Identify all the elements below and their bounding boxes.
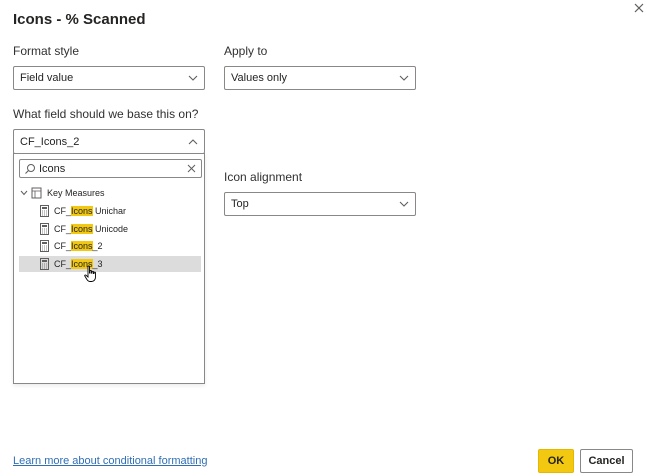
field-search-input[interactable]: Icons <box>19 159 202 178</box>
chevron-down-icon <box>399 73 409 83</box>
field-picker-panel: Icons Key Measures CF_Icons Unichar CF_I… <box>13 153 205 384</box>
apply-to-label: Apply to <box>224 44 268 58</box>
field-search-value: Icons <box>39 162 66 175</box>
search-icon <box>24 163 36 175</box>
tree-item-cf-icons-unicode[interactable]: CF_Icons Unicode <box>19 221 201 237</box>
tree-item-cf-icons-3[interactable]: CF_Icons_3 <box>19 256 201 272</box>
calculator-icon <box>40 258 49 270</box>
chevron-up-icon <box>188 137 198 147</box>
tree-group-label: Key Measures <box>47 188 105 198</box>
apply-to-value: Values only <box>231 72 288 84</box>
ok-button[interactable]: OK <box>538 449 574 473</box>
hand-pointer-cursor-icon <box>84 265 98 283</box>
calculator-icon <box>40 205 49 217</box>
format-style-value: Field value <box>20 72 74 84</box>
format-style-dropdown[interactable]: Field value <box>13 66 205 90</box>
chevron-down-icon <box>188 73 198 83</box>
measure-table-icon <box>31 187 42 199</box>
calculator-icon <box>40 223 49 235</box>
close-icon[interactable] <box>631 0 645 16</box>
base-field-label: What field should we base this on? <box>13 107 199 121</box>
tree-item-label: CF_Icons Unicode <box>54 224 129 234</box>
conditional-formatting-dialog: Icons - % Scanned Format style Field val… <box>0 0 645 473</box>
apply-to-dropdown[interactable]: Values only <box>224 66 416 90</box>
tree-item-label: CF_Icons Unichar <box>54 206 127 216</box>
icon-alignment-dropdown[interactable]: Top <box>224 192 416 216</box>
format-style-label: Format style <box>13 44 80 58</box>
chevron-down-icon[interactable] <box>19 188 29 198</box>
tree-item-label: CF_Icons_2 <box>54 241 103 251</box>
dialog-title: Icons - % Scanned <box>13 11 146 28</box>
tree-item-cf-icons-2[interactable]: CF_Icons_2 <box>19 238 201 254</box>
cancel-button[interactable]: Cancel <box>580 449 633 473</box>
base-field-dropdown[interactable]: CF_Icons_2 <box>13 129 205 154</box>
clear-search-icon[interactable] <box>186 163 197 174</box>
learn-more-link[interactable]: Learn more about conditional formatting <box>13 455 207 467</box>
icon-alignment-label: Icon alignment <box>224 170 303 184</box>
tree-item-cf-icons-unichar[interactable]: CF_Icons Unichar <box>19 203 201 219</box>
tree-group-key-measures[interactable]: Key Measures <box>19 185 201 201</box>
icon-alignment-value: Top <box>231 198 249 210</box>
base-field-value: CF_Icons_2 <box>20 135 80 148</box>
calculator-icon <box>40 240 49 252</box>
chevron-down-icon <box>399 199 409 209</box>
